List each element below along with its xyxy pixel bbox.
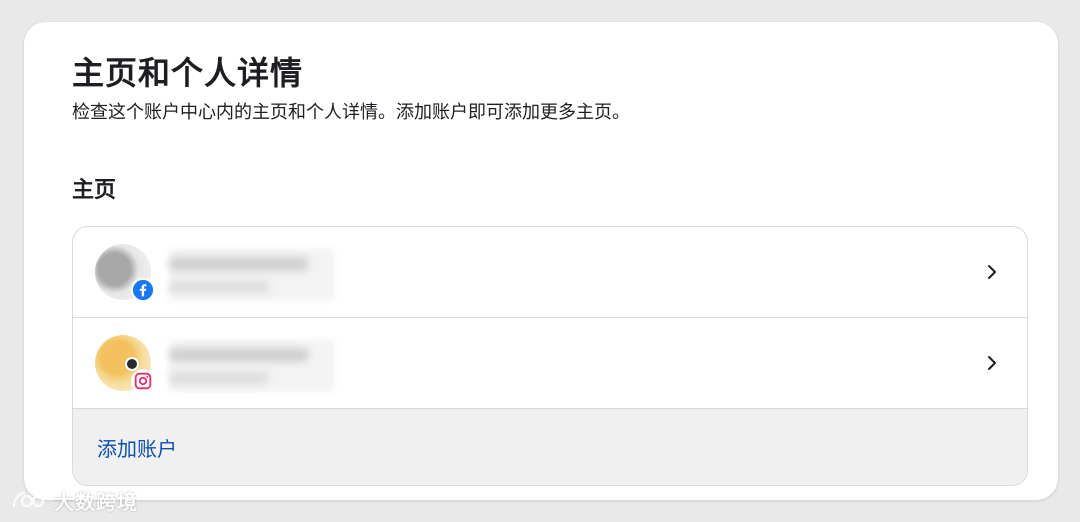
avatar — [95, 335, 155, 393]
chevron-right-icon — [983, 354, 1001, 372]
redacted-profile-name — [169, 348, 309, 362]
facebook-icon — [131, 278, 155, 302]
redacted-profile-name — [169, 257, 309, 271]
redacted-profile-subtitle — [169, 281, 269, 293]
add-account-row[interactable]: 添加账户 — [73, 409, 1027, 485]
avatar — [95, 244, 155, 302]
avatar-eye — [125, 357, 139, 371]
watermark-text: 大数跨境 — [54, 490, 138, 514]
page: 主页和个人详情 检查这个账户中心内的主页和个人详情。添加账户即可添加更多主页。 … — [0, 0, 1080, 522]
watermark-logo-icon — [12, 491, 45, 507]
profile-row-facebook[interactable] — [73, 227, 1027, 318]
profiles-card: 主页和个人详情 检查这个账户中心内的主页和个人详情。添加账户即可添加更多主页。 … — [24, 22, 1058, 500]
instagram-icon — [131, 369, 155, 393]
profile-row-instagram[interactable] — [73, 318, 1027, 409]
add-account-link[interactable]: 添加账户 — [97, 433, 177, 462]
watermark: 大数跨境 — [10, 486, 138, 515]
redacted-profile-subtitle — [169, 372, 269, 384]
page-subtitle: 检查这个账户中心内的主页和个人详情。添加账户即可添加更多主页。 — [72, 102, 630, 123]
chevron-right-icon — [983, 263, 1001, 281]
page-title: 主页和个人详情 — [72, 54, 304, 92]
section-title-profiles: 主页 — [72, 178, 117, 203]
profiles-list: 添加账户 — [72, 226, 1028, 486]
